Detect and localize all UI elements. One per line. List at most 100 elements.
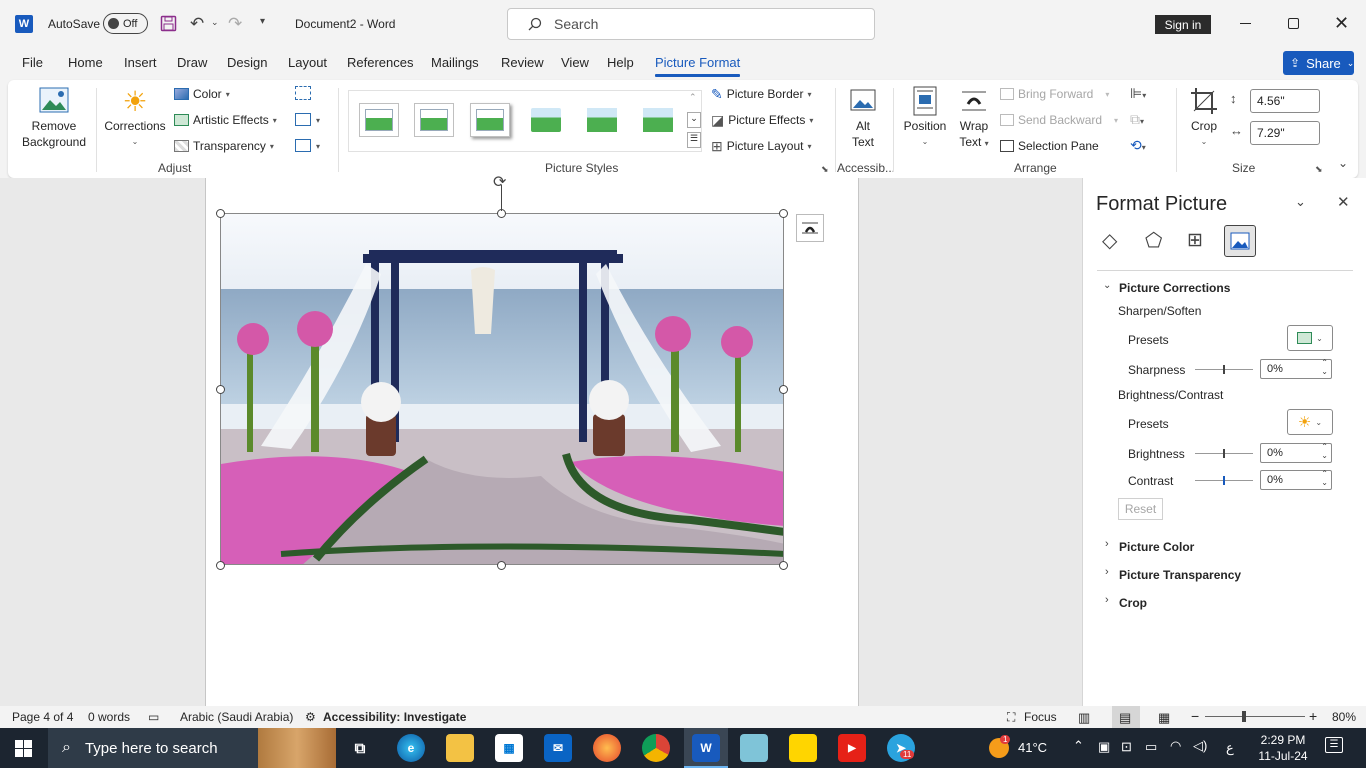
width-input[interactable]: 7.29" xyxy=(1250,121,1320,145)
page-count[interactable]: Page 4 of 4 xyxy=(12,710,73,724)
style-thumbnail[interactable] xyxy=(638,103,678,137)
firefox-icon[interactable] xyxy=(593,734,621,762)
zoom-level[interactable]: 80% xyxy=(1332,710,1356,724)
tab-help[interactable]: Help xyxy=(607,55,634,70)
resize-handle[interactable] xyxy=(779,209,788,218)
sticky-notes-icon[interactable] xyxy=(789,734,817,762)
style-thumbnail[interactable] xyxy=(359,103,399,137)
zoom-out-icon[interactable]: − xyxy=(1191,708,1199,724)
edge-icon[interactable]: e xyxy=(397,734,425,762)
weather-temperature[interactable]: 41°C xyxy=(1018,740,1047,755)
style-thumbnail[interactable] xyxy=(582,103,622,137)
effects-tab-icon[interactable]: ⬠ xyxy=(1145,228,1162,253)
language-indicator[interactable]: Arabic (Saudi Arabia) xyxy=(180,710,293,724)
tab-design[interactable]: Design xyxy=(227,55,267,70)
resize-handle[interactable] xyxy=(779,385,788,394)
transparency-button[interactable]: Transparency ▾ xyxy=(174,136,274,156)
layout-options-icon[interactable] xyxy=(796,214,824,242)
tab-view[interactable]: View xyxy=(561,55,589,70)
proofing-icon[interactable]: ▭ xyxy=(148,710,159,724)
reset-picture-icon[interactable] xyxy=(295,139,311,152)
tab-review[interactable]: Review xyxy=(501,55,544,70)
crop-section-chevron-icon[interactable]: › xyxy=(1105,594,1109,606)
resize-handle[interactable] xyxy=(216,209,225,218)
start-windows-icon[interactable] xyxy=(15,740,32,757)
pane-options-chevron-icon[interactable]: ⌄ xyxy=(1295,194,1306,210)
bring-forward-button[interactable]: Bring Forward ▾ xyxy=(1000,84,1109,104)
style-thumbnail[interactable] xyxy=(470,103,510,137)
tab-home[interactable]: Home xyxy=(68,55,103,70)
align-icon[interactable]: ⊫▾ xyxy=(1130,85,1146,102)
layout-properties-tab-icon[interactable]: ⊞ xyxy=(1187,229,1203,252)
change-picture-icon[interactable] xyxy=(295,113,311,126)
color-button[interactable]: Color ▾ xyxy=(174,84,230,104)
notepad-icon[interactable] xyxy=(740,734,768,762)
redo-icon[interactable]: ↷ xyxy=(228,14,242,34)
volume-icon[interactable]: ◁) xyxy=(1193,738,1207,754)
dialog-launcher-icon[interactable]: ⬊ xyxy=(821,164,829,175)
wrap-text-button[interactable]: Wrap Text ▾ xyxy=(952,86,996,152)
collapse-ribbon-icon[interactable]: ⌄ xyxy=(1338,156,1348,170)
taskbar-search-input[interactable]: ⌕ Type here to search xyxy=(48,728,336,768)
contrast-input[interactable]: 0% xyxy=(1260,469,1332,490)
word-taskbar-icon[interactable]: W xyxy=(692,734,720,762)
read-mode-icon[interactable]: ▥ xyxy=(1078,710,1090,726)
sharpen-presets-dropdown[interactable]: ⌄ xyxy=(1287,325,1333,351)
focus-button[interactable]: Focus xyxy=(1024,710,1057,724)
picture-effects-button[interactable]: ◪ Picture Effects ▾ xyxy=(711,110,813,130)
microsoft-store-icon[interactable]: ▦ xyxy=(495,734,523,762)
youtube-icon[interactable]: ▶ xyxy=(838,734,866,762)
autosave-toggle[interactable]: Off xyxy=(103,13,148,34)
close-icon[interactable]: ✕ xyxy=(1334,13,1349,34)
style-thumbnail[interactable] xyxy=(526,103,566,137)
rotate-handle-icon[interactable]: ⟳ xyxy=(493,172,506,192)
sharpness-slider[interactable] xyxy=(1195,365,1253,374)
network-status-icon[interactable]: ⊡ xyxy=(1121,739,1132,755)
tab-file[interactable]: File xyxy=(22,55,43,70)
resize-handle[interactable] xyxy=(497,561,506,570)
contrast-slider[interactable] xyxy=(1195,476,1253,485)
selected-picture[interactable] xyxy=(220,213,784,565)
reset-button[interactable]: Reset xyxy=(1118,498,1163,520)
gallery-scroll-up-icon[interactable]: ⌃ xyxy=(689,92,697,103)
remove-background-button[interactable]: Remove Background xyxy=(18,86,90,150)
section-expanded-chevron-icon[interactable]: ⌄ xyxy=(1103,280,1111,291)
minimize-icon[interactable] xyxy=(1240,23,1251,24)
resize-handle[interactable] xyxy=(779,561,788,570)
tab-draw[interactable]: Draw xyxy=(177,55,207,70)
compress-pictures-icon[interactable] xyxy=(295,86,311,100)
artistic-effects-button[interactable]: Artistic Effects ▾ xyxy=(174,110,277,130)
alt-text-button[interactable]: Alt Text xyxy=(841,86,885,150)
zoom-in-icon[interactable]: + xyxy=(1309,708,1317,724)
rotate-icon[interactable]: ⟲▾ xyxy=(1130,137,1146,154)
search-input[interactable]: Search xyxy=(507,8,875,40)
battery-icon[interactable]: ▭ xyxy=(1145,739,1157,755)
show-hidden-icons-chevron-icon[interactable]: ⌃ xyxy=(1073,738,1084,754)
resize-handle[interactable] xyxy=(216,561,225,570)
picture-tab-icon[interactable] xyxy=(1224,225,1256,257)
accessibility-status[interactable]: Accessibility: Investigate xyxy=(323,710,466,724)
brightness-slider[interactable] xyxy=(1195,449,1253,458)
web-layout-icon[interactable]: ▦ xyxy=(1158,710,1170,726)
brightness-presets-dropdown[interactable]: ☀ ⌄ xyxy=(1287,409,1333,435)
clock-time[interactable]: 2:29 PM xyxy=(1255,733,1311,747)
tab-insert[interactable]: Insert xyxy=(124,55,157,70)
gallery-more-icon[interactable]: ☰ xyxy=(687,132,701,148)
undo-dropdown-chevron-icon[interactable]: ⌄ xyxy=(211,17,219,28)
meet-now-icon[interactable]: ▣ xyxy=(1098,739,1110,755)
picture-color-header[interactable]: Picture Color xyxy=(1119,540,1194,554)
position-button[interactable]: Position ⌄ xyxy=(898,86,952,150)
crop-header[interactable]: Crop xyxy=(1119,596,1147,610)
mail-icon[interactable]: ✉ xyxy=(544,734,572,762)
zoom-slider[interactable] xyxy=(1205,716,1305,717)
picture-corrections-header[interactable]: Picture Corrections xyxy=(1119,281,1230,295)
notifications-icon[interactable]: ☰ xyxy=(1325,737,1343,753)
sharpness-input[interactable]: 0% xyxy=(1260,358,1332,379)
group-icon[interactable]: ⧉▾ xyxy=(1130,111,1144,128)
tab-picture-format[interactable]: Picture Format xyxy=(655,55,741,77)
picture-transparency-header[interactable]: Picture Transparency xyxy=(1119,568,1241,582)
input-language[interactable]: ع xyxy=(1226,740,1234,756)
crop-button[interactable]: Crop ⌄ xyxy=(1182,86,1226,150)
tab-mailings[interactable]: Mailings xyxy=(431,55,479,70)
send-backward-button[interactable]: Send Backward ▾ xyxy=(1000,110,1118,130)
